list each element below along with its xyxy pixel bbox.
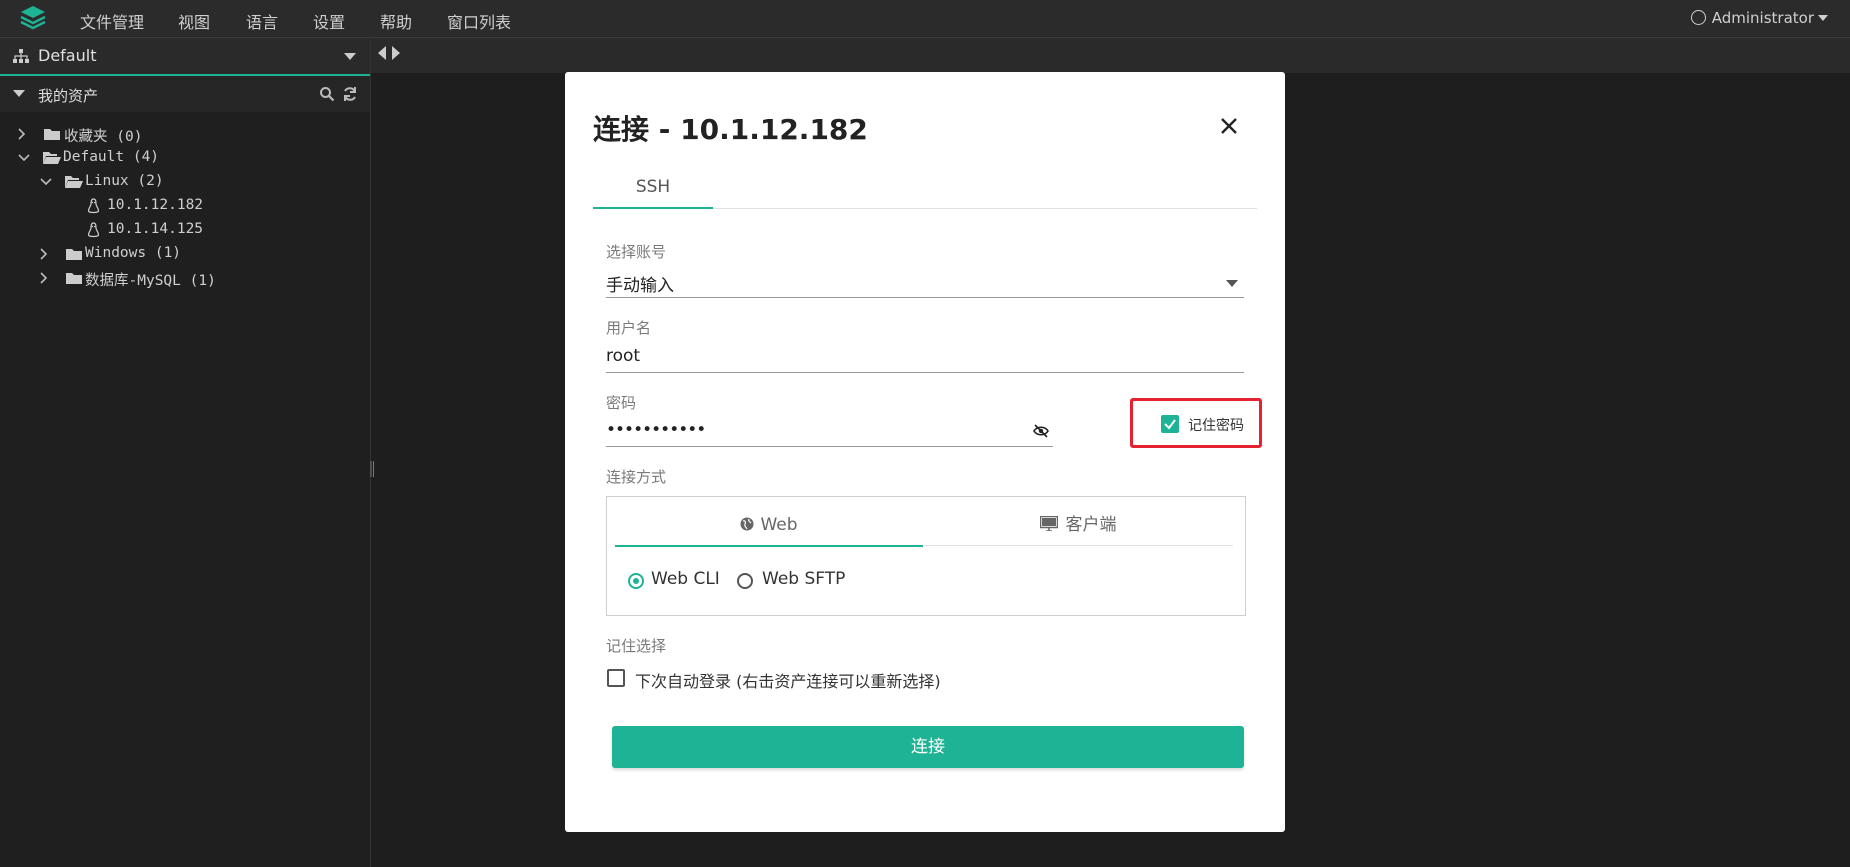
app-logo-icon (20, 6, 46, 30)
chevron-right-icon (40, 248, 48, 260)
tab-client[interactable]: 客户端 (923, 505, 1233, 546)
username-input[interactable]: root (606, 342, 1244, 373)
connect-button[interactable]: 连接 (612, 726, 1244, 768)
globe-icon (740, 517, 754, 531)
account-select[interactable]: 手动输入 (606, 267, 1244, 298)
user-name: Administrator (1711, 9, 1814, 27)
assets-header[interactable]: 我的资产 (0, 76, 370, 112)
linux-icon (87, 198, 100, 214)
tree-node-mysql[interactable]: 数据库-MySQL (1) (40, 267, 358, 289)
connect-method-label: 连接方式 (606, 468, 667, 486)
tree-node-label: 10.1.12.182 (107, 197, 204, 213)
menu-language[interactable]: 语言 (246, 9, 278, 33)
tree-node-label: Linux (2) (85, 173, 164, 189)
chevron-down-icon (40, 178, 52, 186)
drag-handle-icon[interactable] (369, 460, 375, 478)
panel-splitter[interactable] (370, 38, 371, 867)
chevron-right-icon (18, 128, 26, 140)
tree-node-label: 10.1.14.125 (107, 221, 204, 237)
dropdown-arrow-icon (1226, 280, 1238, 287)
menu-window-list[interactable]: 窗口列表 (447, 9, 511, 33)
workspace-select[interactable]: Default (0, 38, 370, 76)
remember-choice-label: 记住选择 (606, 637, 667, 655)
auto-login-label: 下次自动登录 (右击资产连接可以重新选择) (635, 672, 941, 691)
refresh-icon[interactable] (342, 86, 358, 102)
tree-node-favorites[interactable]: 收藏夹 (0) (18, 123, 358, 145)
menu-settings[interactable]: 设置 (313, 9, 345, 33)
user-icon (1690, 10, 1706, 25)
remember-password-highlight: 记住密码 (1130, 398, 1262, 448)
tree-node-windows[interactable]: Windows (1) (40, 243, 358, 265)
option-web-cli-label: Web CLI (651, 569, 720, 589)
tree-node-host[interactable]: 10.1.14.125 (87, 219, 357, 241)
tab-web[interactable]: Web (615, 505, 923, 547)
tree-node-default[interactable]: Default (4) (18, 147, 358, 169)
username-label: 用户名 (606, 319, 652, 337)
folder-icon (66, 249, 82, 260)
close-icon[interactable] (1217, 114, 1241, 138)
remember-password-label: 记住密码 (1188, 418, 1244, 434)
tab-web-label: Web (760, 515, 798, 535)
menu-view[interactable]: 视图 (178, 9, 210, 33)
linux-icon (87, 222, 100, 238)
tab-client-label: 客户端 (1065, 515, 1117, 535)
account-label: 选择账号 (606, 243, 667, 261)
password-label: 密码 (606, 394, 637, 412)
tree-node-label: Windows (1) (85, 245, 182, 261)
toggle-sidebar-icon[interactable] (378, 46, 400, 60)
menu-file-management[interactable]: 文件管理 (80, 9, 144, 33)
password-value: ••••••••••• (606, 420, 706, 440)
menu-bar: 文件管理 视图 语言 设置 帮助 窗口列表 Administrator (0, 0, 1850, 38)
workspace-name: Default (38, 46, 97, 65)
radio-web-cli[interactable] (628, 573, 644, 589)
option-web-sftp-label: Web SFTP (762, 569, 846, 589)
password-input[interactable]: ••••••••••• (606, 416, 1053, 447)
assets-title: 我的资产 (38, 87, 99, 105)
tree-node-label: 数据库-MySQL (1) (85, 273, 216, 289)
tree-node-label: Default (4) (63, 149, 160, 165)
tree-node-host[interactable]: 10.1.12.182 (87, 195, 357, 217)
connect-dialog: 连接 - 10.1.12.182 SSH 选择账号 手动输入 用户名 root … (565, 72, 1285, 832)
folder-icon (44, 129, 60, 140)
protocol-tabs: SSH (593, 172, 1257, 209)
sitemap-icon (13, 49, 29, 63)
tree-node-label: 收藏夹 (0) (64, 129, 143, 145)
tab-strip (371, 38, 1850, 73)
tree-node-linux[interactable]: Linux (2) (40, 171, 358, 193)
menu-help[interactable]: 帮助 (380, 9, 412, 33)
chevron-down-icon (1818, 15, 1828, 21)
chevron-down-icon (18, 154, 30, 162)
collapse-arrow-icon (13, 90, 25, 97)
chevron-right-icon (40, 272, 48, 284)
desktop-icon (1039, 515, 1058, 532)
dropdown-arrow-icon (344, 53, 356, 60)
account-value: 手动输入 (606, 276, 674, 296)
sidebar: Default 我的资产 收藏夹 (0) Default (4) Linux (… (0, 38, 370, 867)
user-menu[interactable]: Administrator (1690, 9, 1828, 27)
checkmark-icon (1164, 419, 1176, 430)
folder-open-icon (65, 176, 83, 188)
username-value: root (606, 346, 641, 366)
eye-slash-icon[interactable] (1033, 424, 1049, 438)
dialog-title: 连接 - 10.1.12.182 (593, 113, 868, 146)
connect-method-panel: Web 客户端 Web CLI Web SFTP (606, 496, 1246, 616)
folder-open-icon (43, 152, 61, 164)
folder-icon (66, 273, 82, 284)
auto-login-checkbox[interactable] (607, 669, 625, 687)
remember-password-checkbox[interactable] (1161, 415, 1179, 433)
search-icon[interactable] (319, 86, 335, 102)
radio-web-sftp[interactable] (737, 573, 753, 589)
tab-ssh[interactable]: SSH (593, 172, 713, 209)
